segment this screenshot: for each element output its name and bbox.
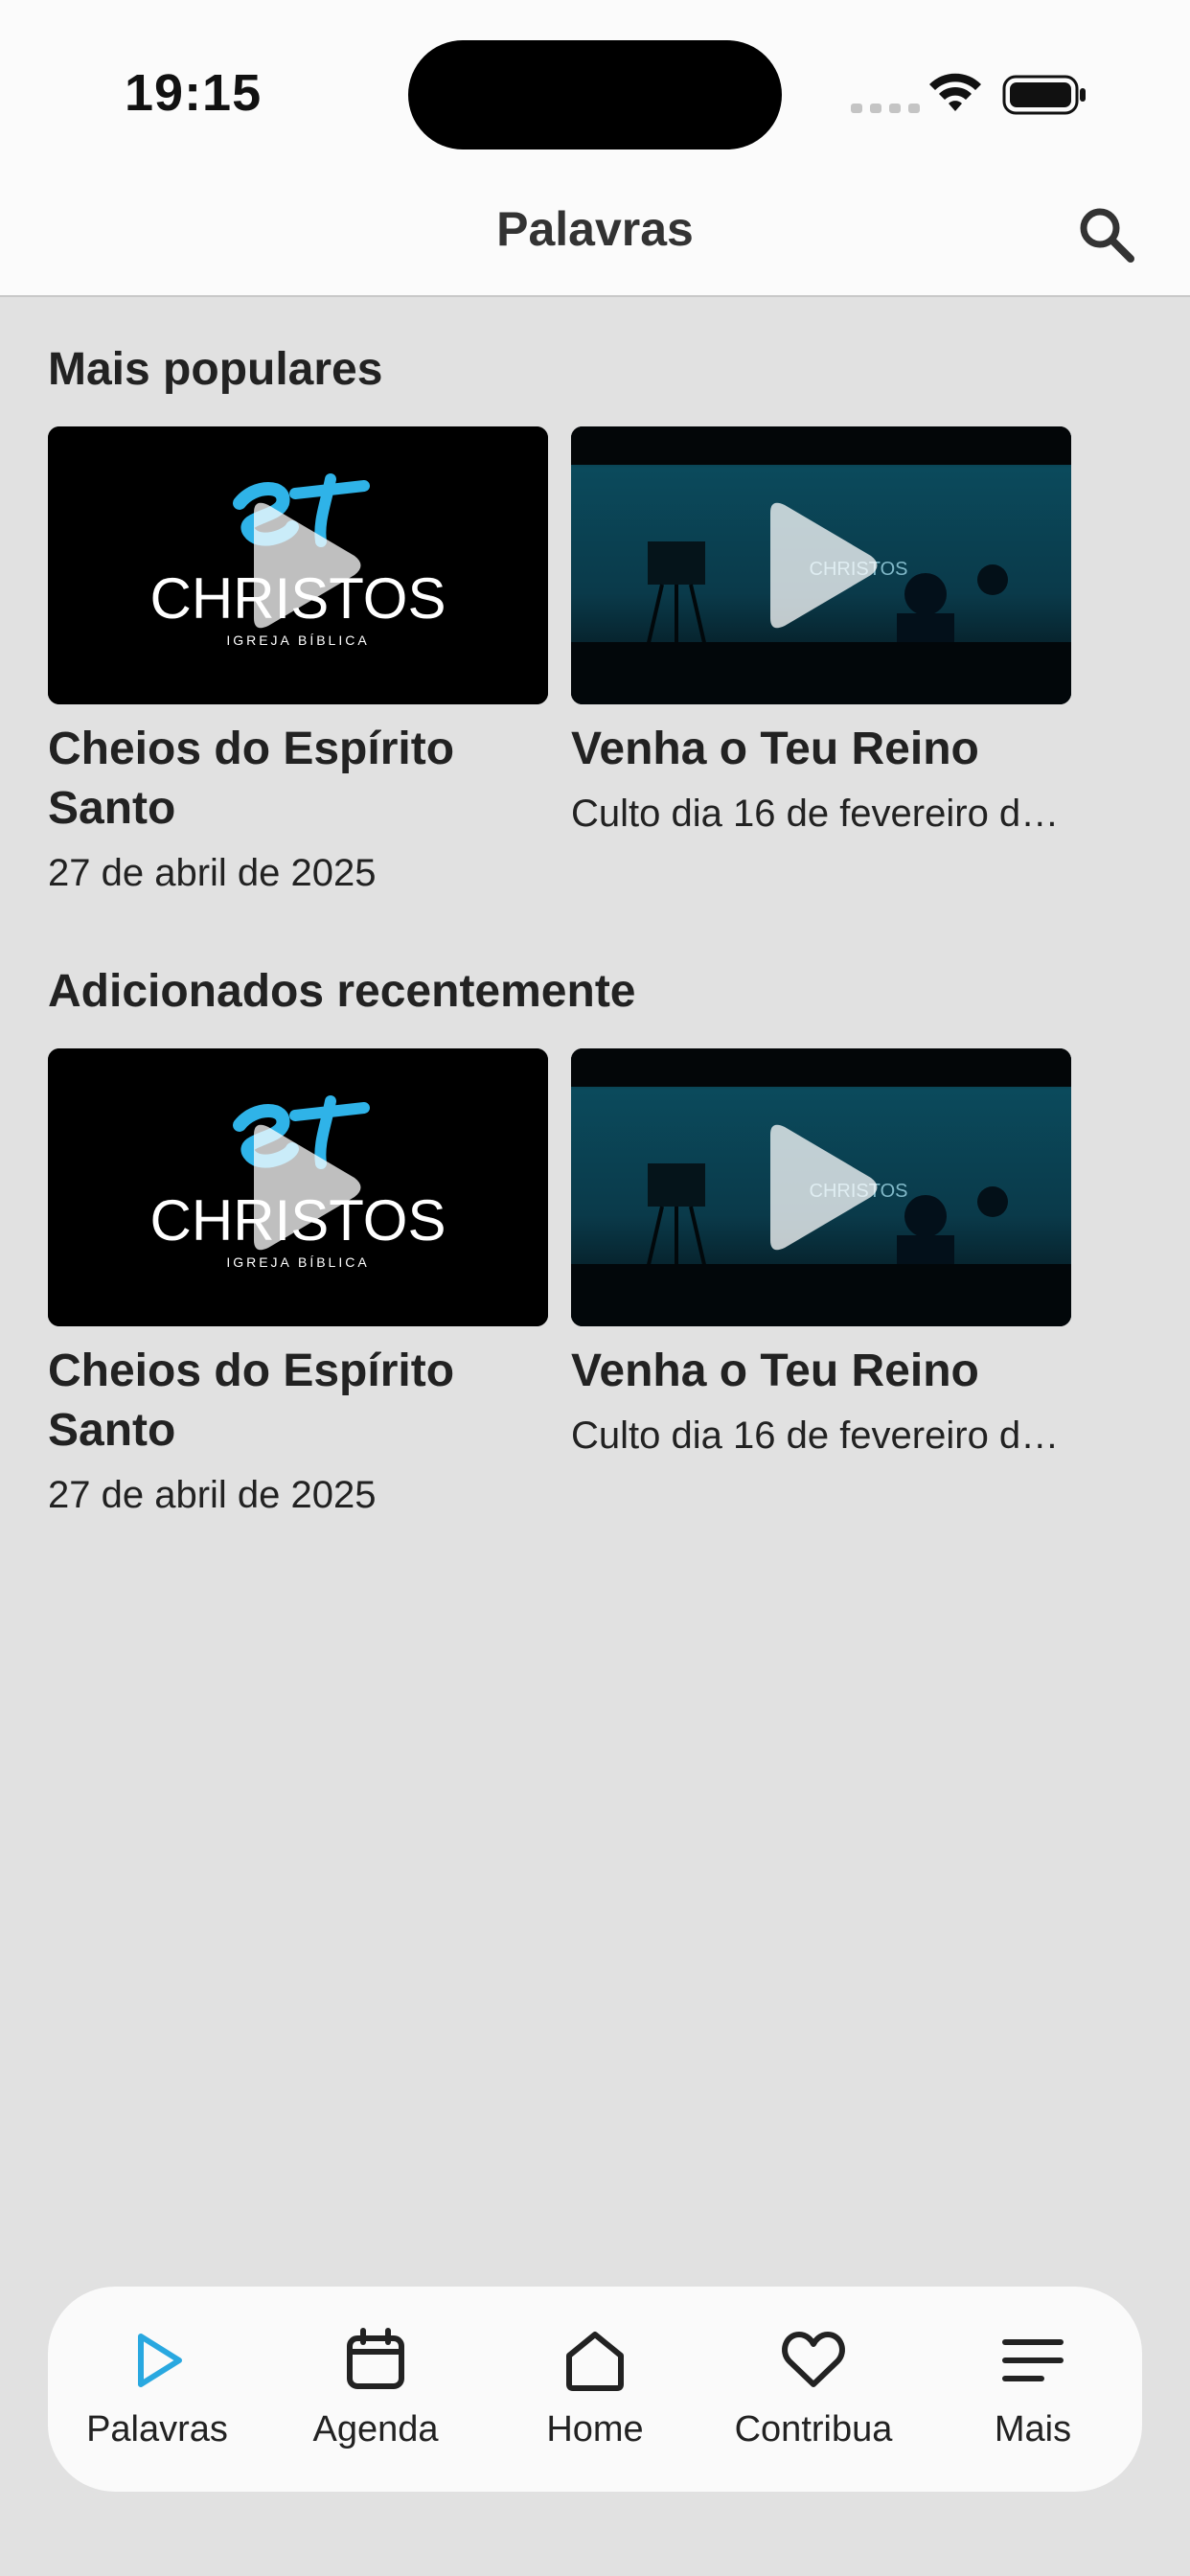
tab-label: Agenda: [312, 2409, 439, 2450]
dynamic-island: [408, 40, 782, 150]
section-title-popular: Mais populares: [48, 344, 383, 395]
video-title: Cheios do Espírito Santo: [48, 1346, 455, 1456]
video-subtitle: Culto dia 16 de fevereiro de 2025: [571, 793, 1071, 835]
video-thumbnail[interactable]: CHRISTOS: [571, 426, 1071, 704]
heart-icon: [782, 2332, 845, 2387]
tab-label: Contribua: [734, 2409, 893, 2450]
play-icon: [138, 2334, 182, 2387]
play-icon: [254, 1124, 361, 1251]
video-card[interactable]: CHRISTOS Venha o Teu Reino Culto dia 16 …: [571, 1048, 1071, 1460]
navigation-header: Palavras: [0, 182, 1190, 297]
video-subtitle: Culto dia 16 de fevereiro de 2025: [571, 1414, 1071, 1457]
home-icon: [566, 2332, 624, 2391]
cellular-signal-icon: [851, 104, 920, 113]
page-title: Palavras: [496, 202, 694, 256]
tab-bar: Palavras Agenda Home Contribua Mais: [48, 2287, 1142, 2492]
tab-label: Mais: [994, 2409, 1072, 2450]
tab-agenda[interactable]: Agenda: [266, 2287, 485, 2492]
status-time: 19:15: [125, 64, 263, 122]
tab-label: Home: [546, 2409, 644, 2450]
battery-icon: [1002, 75, 1086, 115]
video-date: 27 de abril de 2025: [48, 1474, 377, 1516]
video-card[interactable]: CHRISTOS Venha o Teu Reino Culto dia 16 …: [571, 426, 1071, 839]
video-thumbnail[interactable]: CHRISTOS IGREJA BÍBLICA: [48, 1048, 548, 1326]
tab-mais[interactable]: Mais: [924, 2287, 1142, 2492]
tab-contribua[interactable]: Contribua: [704, 2287, 923, 2492]
video-title: Cheios do Espírito Santo: [48, 724, 455, 834]
status-bar: 19:15: [0, 0, 1190, 182]
calendar-icon: [347, 2328, 404, 2389]
play-icon: [770, 502, 878, 629]
tab-palavras[interactable]: Palavras: [48, 2287, 266, 2492]
video-date: 27 de abril de 2025: [48, 852, 377, 894]
video-card[interactable]: CHRISTOS IGREJA BÍBLICA Cheios do Espíri…: [48, 426, 548, 898]
search-icon[interactable]: [1073, 201, 1140, 268]
video-thumbnail[interactable]: CHRISTOS: [571, 1048, 1071, 1326]
video-card[interactable]: CHRISTOS IGREJA BÍBLICA Cheios do Espíri…: [48, 1048, 548, 1520]
play-icon: [770, 1124, 878, 1251]
menu-icon: [1002, 2339, 1064, 2381]
section-title-recent: Adicionados recentemente: [48, 966, 636, 1017]
video-thumbnail[interactable]: CHRISTOS IGREJA BÍBLICA: [48, 426, 548, 704]
video-title: Venha o Teu Reino: [571, 724, 979, 774]
wifi-icon: [929, 73, 981, 111]
play-icon: [254, 502, 361, 629]
video-title: Venha o Teu Reino: [571, 1346, 979, 1396]
tab-label: Palavras: [86, 2409, 228, 2450]
tab-home[interactable]: Home: [486, 2287, 704, 2492]
